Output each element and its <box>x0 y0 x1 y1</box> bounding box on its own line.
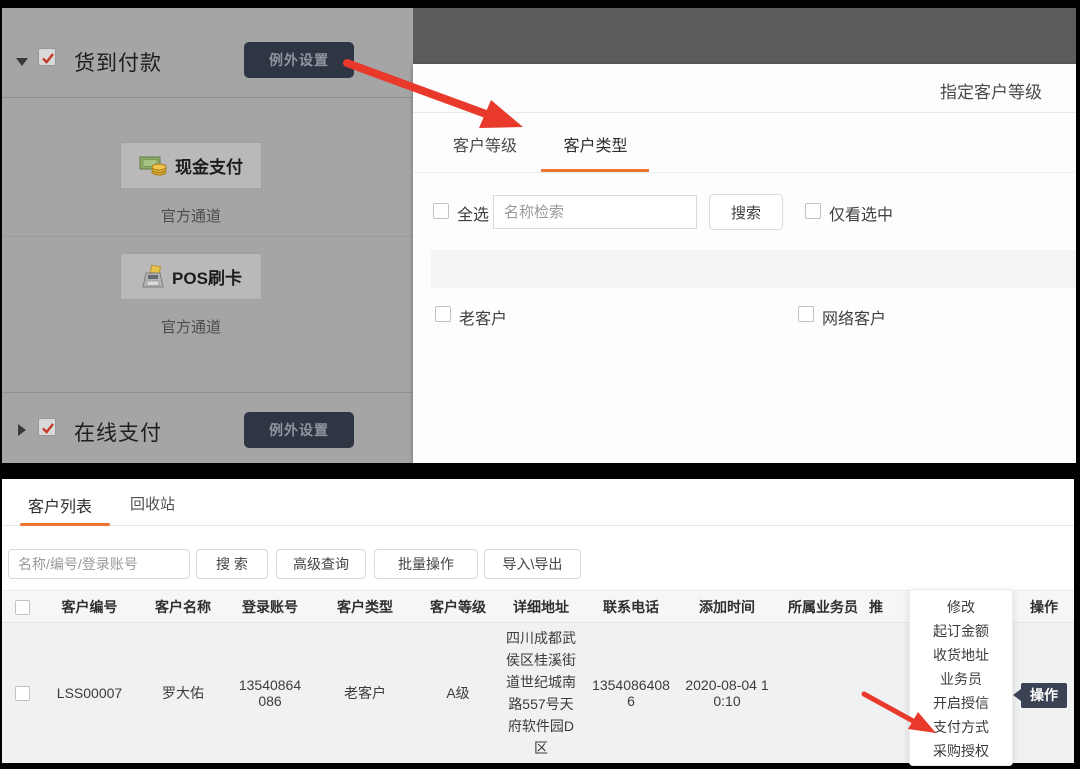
only-selected-label: 仅看选中 <box>829 201 893 225</box>
customer-level-dialog: 指定客户等级 客户等级 客户类型 全选 搜索 仅看选中 老客户 <box>413 64 1076 463</box>
online-payment-row: 在线支付 例外设置 <box>2 412 413 452</box>
tab-customer-type[interactable]: 客户类型 <box>541 130 649 172</box>
menu-item-shipping-address[interactable]: 收货地址 <box>910 643 1012 667</box>
cash-icon <box>139 155 169 177</box>
online-exception-button[interactable]: 例外设置 <box>244 412 354 448</box>
col-login-account: 登录账号 <box>229 591 311 623</box>
header-checkbox[interactable] <box>15 600 30 615</box>
select-all-label: 全选 <box>457 201 489 225</box>
list-tabs: 客户列表 回收站 <box>2 479 1074 526</box>
select-all-checkbox[interactable] <box>433 203 449 219</box>
divider <box>2 97 413 98</box>
payment-settings-page: 货到付款 例外设置 现金支付 官方通道 POS刷卡 <box>2 8 413 463</box>
dialog-title: 指定客户等级 <box>940 78 1042 103</box>
col-customer-no: 客户编号 <box>42 591 137 623</box>
collapse-arrow-icon[interactable] <box>16 58 28 66</box>
divider <box>2 392 413 393</box>
menu-item-enable-credit[interactable]: 开启授信 <box>910 691 1012 715</box>
pos-channel-label: 官方通道 <box>120 316 262 337</box>
col-phone: 联系电话 <box>585 591 677 623</box>
cell-salesman <box>777 623 869 764</box>
cell-customer-name: 罗大佑 <box>137 623 229 764</box>
cell-customer-level: A级 <box>419 623 497 764</box>
customer-type-options: 老客户 网络客户 <box>413 302 1076 332</box>
menu-item-salesman[interactable]: 业务员 <box>910 667 1012 691</box>
dialog-search-button[interactable]: 搜索 <box>709 194 783 230</box>
col-customer-type: 客户类型 <box>311 591 419 623</box>
row-checkbox[interactable] <box>15 686 30 701</box>
pos-payment-card[interactable]: POS刷卡 <box>120 253 262 300</box>
divider <box>2 236 413 237</box>
online-label: 在线支付 <box>74 417 162 447</box>
dialog-search-row: 全选 搜索 仅看选中 <box>413 192 1076 232</box>
tab-recycle-bin[interactable]: 回收站 <box>130 493 175 514</box>
cod-checkbox[interactable] <box>38 48 56 66</box>
advanced-query-button[interactable]: 高级查询 <box>276 549 366 579</box>
customer-search-input[interactable] <box>8 549 190 579</box>
batch-operation-button[interactable]: 批量操作 <box>374 549 478 579</box>
cell-added-time: 2020-08-04 10:10 <box>677 623 777 764</box>
dialog-tabs: 客户等级 客户类型 <box>453 130 649 172</box>
cod-payment-row: 货到付款 例外设置 <box>2 42 413 82</box>
cell-customer-type: 老客户 <box>311 623 419 764</box>
col-added-time: 添加时间 <box>677 591 777 623</box>
online-checkbox[interactable] <box>38 418 56 436</box>
network-customer-checkbox[interactable] <box>798 306 814 322</box>
active-tab-underline <box>20 523 110 526</box>
row-action-button[interactable]: 操作 <box>1021 683 1067 708</box>
col-address: 详细地址 <box>497 591 585 623</box>
cell-customer-no: LSS00007 <box>42 623 137 764</box>
menu-item-payment-method[interactable]: 支付方式 <box>910 715 1012 739</box>
cod-exception-button[interactable]: 例外设置 <box>244 42 354 78</box>
cash-channel-label: 官方通道 <box>120 205 262 226</box>
screenshot-stage: 货到付款 例外设置 现金支付 官方通道 POS刷卡 <box>0 0 1080 769</box>
old-customer-label: 老客户 <box>459 305 507 329</box>
expand-arrow-icon[interactable] <box>18 424 26 436</box>
pos-payment-label: POS刷卡 <box>172 264 242 289</box>
col-customer-level: 客户等级 <box>419 591 497 623</box>
menu-item-purchase-authorization[interactable]: 采购授权 <box>910 739 1012 763</box>
divider <box>413 172 1076 173</box>
menu-item-edit[interactable]: 修改 <box>910 595 1012 619</box>
network-customer-label: 网络客户 <box>822 305 886 329</box>
cash-payment-card[interactable]: 现金支付 <box>120 142 262 189</box>
old-customer-checkbox[interactable] <box>435 306 451 322</box>
col-customer-name: 客户名称 <box>137 591 229 623</box>
pos-icon <box>140 265 166 289</box>
search-button[interactable]: 搜 索 <box>196 549 268 579</box>
action-popover-pointer <box>1013 689 1021 701</box>
name-search-input[interactable] <box>493 195 697 229</box>
import-export-button[interactable]: 导入\导出 <box>484 549 581 579</box>
tab-customer-level[interactable]: 客户等级 <box>453 130 537 172</box>
cell-address: 四川成都武侯区桂溪街道世纪城南路557号天府软件园D区 <box>497 623 585 764</box>
cash-payment-label: 现金支付 <box>175 153 243 178</box>
list-header-strip <box>431 250 1076 288</box>
row-action-menu: 修改 起订金额 收货地址 业务员 开启授信 支付方式 采购授权 <box>909 589 1013 766</box>
divider <box>413 112 1076 113</box>
only-selected-checkbox[interactable] <box>805 203 821 219</box>
cell-phone: 13540864086 <box>585 623 677 764</box>
tab-customer-list[interactable]: 客户列表 <box>28 493 92 517</box>
menu-item-min-order-amount[interactable]: 起订金额 <box>910 619 1012 643</box>
cell-login-account: 13540864086 <box>229 623 311 764</box>
col-salesman: 所属业务员 <box>777 591 869 623</box>
modal-backdrop <box>413 8 1076 64</box>
cod-label: 货到付款 <box>74 47 162 77</box>
